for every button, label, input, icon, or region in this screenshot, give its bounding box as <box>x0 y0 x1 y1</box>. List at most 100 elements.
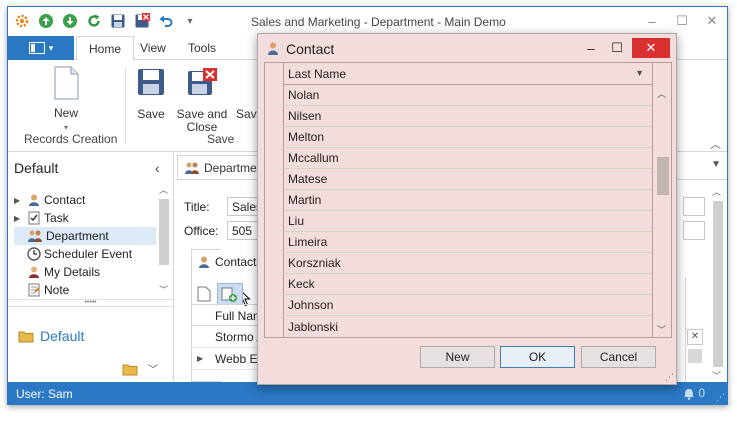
list-item[interactable]: Matese <box>283 169 652 190</box>
status-user: User: Sam <box>16 387 73 401</box>
nav-group-default[interactable]: Default <box>18 328 84 344</box>
user-icon <box>29 266 39 278</box>
nav-item-label: Note <box>44 283 70 297</box>
dialog-title: Contact <box>286 40 335 57</box>
list-item[interactable]: Limeira <box>283 232 652 253</box>
file-menu-button[interactable]: ▾ <box>8 36 74 60</box>
nav-item-scheduler-event[interactable]: Scheduler Event <box>14 245 156 263</box>
collapse-ribbon-icon[interactable]: ︿ <box>710 136 721 152</box>
nav-item-label: Department <box>46 229 109 243</box>
filter-dropdown-icon[interactable]: ▼ <box>635 68 644 78</box>
save-close-icon <box>188 68 217 95</box>
save-icon[interactable] <box>108 11 128 31</box>
list-item[interactable]: Nilsen <box>283 106 652 127</box>
save-button[interactable]: Save <box>135 68 167 121</box>
field-right-edge <box>683 197 705 216</box>
chevron-down-icon: ▾ <box>48 42 54 53</box>
dialog-maximize-button[interactable]: ☐ <box>604 38 630 58</box>
tab-contacts[interactable]: Contacts <box>197 255 262 269</box>
table-row[interactable]: Webb Ernest <box>191 348 265 370</box>
expand-icon[interactable]: ▶ <box>14 196 24 205</box>
tab-view[interactable]: View <box>140 41 166 55</box>
dialog-scrollbar[interactable]: ︿ ﹀ <box>654 85 670 337</box>
group-save: Save <box>207 132 235 146</box>
window-title: Sales and Marketing - Department - Main … <box>251 15 506 29</box>
link-contact-button[interactable] <box>217 283 243 305</box>
full-name-header[interactable]: Full Name <box>191 304 265 326</box>
folder-icon <box>18 331 34 343</box>
scroll-down-icon[interactable]: ﹀ <box>712 369 721 382</box>
resize-grip-icon[interactable]: ⋰ <box>665 372 674 383</box>
new-button[interactable]: New <box>420 346 495 368</box>
contact-icon <box>199 256 209 268</box>
refresh-icon[interactable] <box>84 11 104 31</box>
last-name-column-header[interactable]: Last Name ▼ <box>283 63 652 85</box>
list-item[interactable]: Keck <box>283 274 652 295</box>
scroll-down-icon[interactable]: ﹀ <box>159 283 168 296</box>
undo-icon[interactable] <box>156 11 176 31</box>
scroll-up-icon[interactable]: ︿ <box>159 183 168 196</box>
down-arrow-icon[interactable] <box>60 11 80 31</box>
main-scrollbar[interactable]: ︿ ﹀ <box>711 183 725 382</box>
nav-header: Default <box>14 160 59 176</box>
new-document-icon[interactable] <box>197 286 211 302</box>
up-arrow-icon[interactable] <box>36 11 56 31</box>
column-header-label: Last Name <box>288 66 347 81</box>
close-button[interactable]: ✕ <box>697 11 727 31</box>
dropdown-icon[interactable]: ▾ <box>180 11 200 31</box>
contact-dialog: Contact – ☐ ✕ Last Name ▼ Nolan Nilsen M… <box>257 33 677 385</box>
maximize-button[interactable]: ☐ <box>667 11 697 31</box>
nav-item-label: Contact <box>44 193 86 207</box>
scroll-down-icon[interactable]: ﹀ <box>657 323 666 336</box>
dialog-close-button[interactable]: ✕ <box>632 38 670 58</box>
close-icon[interactable]: ✕ <box>687 329 703 345</box>
nav-item-label: Task <box>44 211 69 225</box>
list-item[interactable]: Mccallum <box>283 148 652 169</box>
department-icon <box>185 162 199 174</box>
nav-item-department[interactable]: Department <box>14 227 156 245</box>
tab-tools[interactable]: Tools <box>188 41 216 55</box>
dialog-minimize-button[interactable]: – <box>578 38 604 58</box>
nav-item-label: My Details <box>44 265 101 279</box>
list-item[interactable]: Johnson <box>283 295 652 316</box>
list-item[interactable]: Korszniak <box>283 253 652 274</box>
list-item[interactable]: Jablonski <box>283 316 652 337</box>
scroll-thumb[interactable] <box>159 199 169 265</box>
minimize-button[interactable]: – <box>637 11 667 31</box>
scroll-thumb[interactable] <box>713 201 723 367</box>
scroll-thumb[interactable] <box>688 349 702 363</box>
scroll-thumb[interactable] <box>657 157 669 195</box>
folder-icon[interactable] <box>122 362 138 376</box>
save-new-button[interactable]: Sav <box>236 108 258 121</box>
tab-home[interactable]: Home <box>76 36 135 61</box>
expand-icon[interactable]: ▶ <box>14 214 24 223</box>
nav-scrollbar[interactable]: ︿ ﹀ <box>157 183 171 295</box>
nav-item-my-details[interactable]: My Details <box>14 263 156 281</box>
splitter-grip[interactable]: ••••• <box>8 299 173 307</box>
nav-item-task[interactable]: ▶ Task <box>14 209 156 227</box>
scroll-up-icon[interactable]: ︿ <box>657 87 666 100</box>
collapse-nav-icon[interactable]: ‹ <box>155 160 160 176</box>
window-controls: – ☐ ✕ <box>637 11 727 31</box>
list-item[interactable]: Melton <box>283 127 652 148</box>
table-row[interactable]: Stormo Amanda <box>191 326 265 348</box>
nav-item-contact[interactable]: ▶ Contact <box>14 191 156 209</box>
save-and-close-button[interactable]: Save and Close <box>176 68 228 134</box>
cancel-button[interactable]: Cancel <box>581 346 656 368</box>
save-button-label: Save <box>137 107 165 121</box>
gear-icon[interactable] <box>12 11 32 31</box>
save-close-icon[interactable] <box>132 11 152 31</box>
list-item[interactable]: Liu <box>283 211 652 232</box>
resize-grip-icon[interactable]: ⋰ <box>716 392 725 403</box>
list-item[interactable]: Martin <box>283 190 652 211</box>
scroll-up-icon[interactable]: ︿ <box>712 185 721 198</box>
tab-dropdown-icon[interactable]: ▼ <box>711 159 721 170</box>
new-button[interactable]: New ▾ <box>48 66 84 134</box>
status-bar: User: Sam 0 ⋰ <box>8 382 727 404</box>
chevron-down-icon[interactable]: ﹀ <box>148 361 158 376</box>
list-item[interactable]: Nolan <box>283 85 652 106</box>
nav-item-note[interactable]: Note <box>14 281 156 299</box>
notifications[interactable]: 0 <box>683 386 705 400</box>
group-separator <box>125 68 126 144</box>
ok-button[interactable]: OK <box>500 346 575 368</box>
